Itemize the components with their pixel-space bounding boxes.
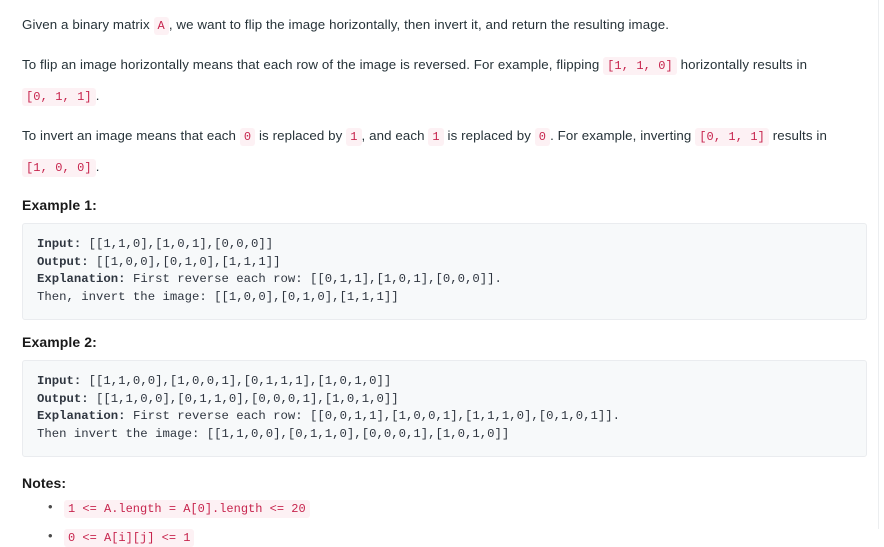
inline-code-invert-result: [1, 0, 0]	[22, 159, 96, 177]
example-2-title: Example 2:	[22, 334, 97, 350]
intro-p2-text-1: To flip an image horizontally means that…	[22, 57, 604, 72]
list-item: 0 <= A[i][j] <= 1	[48, 527, 856, 547]
example-1-explanation-value: First reverse each row: [[0,1,1],[1,0,1]…	[125, 272, 502, 286]
example-2-code-block: Input: [[1,1,0,0],[1,0,0,1],[0,1,1,1],[1…	[22, 360, 867, 457]
intro-p3-text-6: results in	[768, 128, 827, 143]
example-2-explanation-label: Explanation:	[37, 409, 126, 423]
intro-p1-text-2: , we want to flip the image horizontally…	[168, 17, 670, 32]
example-2-input-label: Input:	[37, 374, 82, 388]
intro-paragraph-3: To invert an image means that each 0 is …	[22, 121, 856, 183]
intro-p3-text-4: is replaced by	[443, 128, 535, 143]
example-1-input-value: [[1,1,0],[1,0,1],[0,0,0]]	[81, 237, 274, 251]
example-1-output-label: Output:	[37, 254, 89, 269]
example-1-explanation-label: Explanation:	[37, 272, 126, 286]
intro-p2-text-2: horizontally results in	[676, 57, 808, 72]
example-1-explanation-line2: Then, invert the image: [[1,0,0],[0,1,0]…	[37, 289, 399, 304]
example-2-input-value: [[1,1,0,0],[1,0,0,1],[0,1,1,1],[1,0,1,0]…	[81, 374, 392, 388]
inline-code-invert-input: [0, 1, 1]	[695, 128, 769, 146]
example-2-output-label: Output:	[37, 391, 89, 406]
example-1-code-block: Input: [[1,1,0],[1,0,1],[0,0,0]] Output:…	[22, 223, 867, 320]
inline-code-matrix-a: A	[153, 17, 169, 35]
panel-right-divider	[878, 0, 879, 529]
example-2-explanation-line2: Then invert the image: [[1,1,0,0],[0,1,1…	[37, 426, 510, 441]
example-1-title: Example 1:	[22, 197, 97, 213]
note-constraint-length: 1 <= A.length = A[0].length <= 20	[64, 500, 310, 518]
intro-p3-text-3: , and each	[361, 128, 429, 143]
note-constraint-value: 0 <= A[i][j] <= 1	[64, 529, 195, 547]
list-item: 1 <= A.length = A[0].length <= 20	[48, 498, 856, 518]
inline-code-one-a: 1	[346, 128, 362, 146]
inline-code-flip-result: [0, 1, 1]	[22, 88, 96, 106]
example-1-input-label: Input:	[37, 237, 82, 251]
inline-code-zero-b: 0	[534, 128, 551, 146]
example-2-explanation-value: First reverse each row: [[0,0,1,1],[1,0,…	[125, 409, 620, 423]
intro-p1-text-1: Given a binary matrix	[22, 17, 154, 32]
intro-paragraph-1: Given a binary matrix A, we want to flip…	[22, 10, 856, 41]
problem-description-content: Given a binary matrix A, we want to flip…	[0, 0, 874, 547]
intro-p3-text-7: .	[95, 159, 100, 174]
intro-p3-text-1: To invert an image means that each	[22, 128, 240, 143]
notes-title: Notes:	[22, 475, 67, 491]
example-1-output-value: [[1,0,0],[0,1,0],[1,1,1]]	[88, 254, 281, 269]
inline-code-flip-input: [1, 1, 0]	[603, 57, 677, 75]
intro-p3-text-2: is replaced by	[255, 128, 347, 143]
intro-paragraph-2: To flip an image horizontally means that…	[22, 50, 856, 112]
inline-code-one-b: 1	[428, 128, 444, 146]
notes-list: 1 <= A.length = A[0].length <= 20 0 <= A…	[22, 498, 856, 547]
intro-p3-text-5: . For example, inverting	[550, 128, 696, 143]
inline-code-zero-a: 0	[239, 128, 256, 146]
example-2-output-value: [[1,1,0,0],[0,1,1,0],[0,0,0,1],[1,0,1,0]…	[88, 391, 399, 406]
intro-p2-text-3: .	[95, 88, 100, 103]
